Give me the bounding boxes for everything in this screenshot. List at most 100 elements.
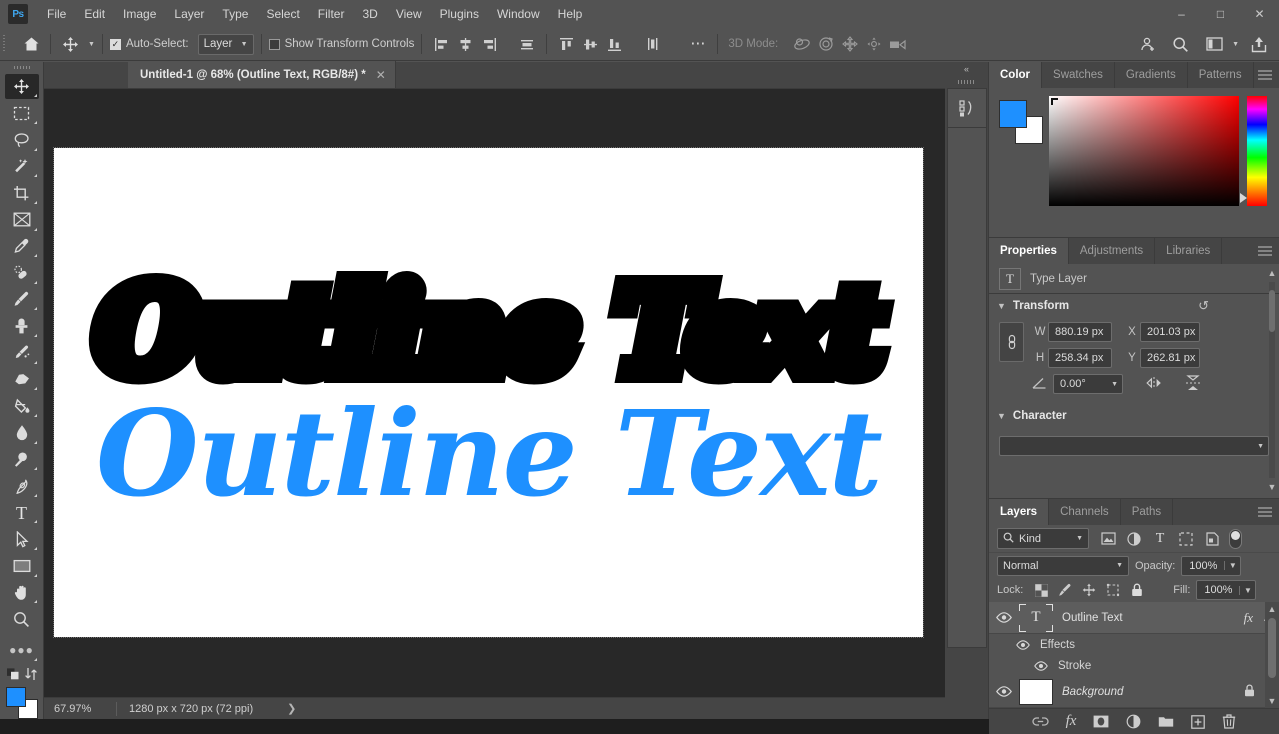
- foreground-color-swatch[interactable]: [5, 687, 26, 708]
- tab-adjustments[interactable]: Adjustments: [1069, 238, 1156, 264]
- tool-hand[interactable]: [5, 580, 39, 606]
- color-field[interactable]: [1049, 96, 1239, 206]
- show-transform-controls-checkbox[interactable]: Show Transform Controls: [268, 38, 414, 50]
- edit-toolbar-button[interactable]: ●●●: [5, 637, 39, 663]
- new-layer-button[interactable]: [1191, 714, 1206, 729]
- effects-visibility-toggle[interactable]: [1011, 639, 1035, 650]
- home-icon[interactable]: [19, 31, 43, 57]
- tab-paths[interactable]: Paths: [1121, 499, 1174, 525]
- auto-select-checkbox[interactable]: ✓ Auto-Select:: [109, 38, 189, 50]
- stroke-visibility-toggle[interactable]: [1029, 660, 1053, 671]
- tool-dodge[interactable]: [5, 447, 39, 473]
- menu-layer[interactable]: Layer: [165, 0, 213, 28]
- search-icon[interactable]: [1168, 31, 1192, 57]
- shape-filter-icon[interactable]: [1173, 528, 1199, 549]
- list-item[interactable]: Effects: [989, 634, 1279, 655]
- minimize-button[interactable]: –: [1162, 0, 1201, 28]
- tab-channels[interactable]: Channels: [1049, 499, 1121, 525]
- scroll-up-icon[interactable]: ▲: [1265, 602, 1279, 616]
- lock-position-icon[interactable]: [1077, 580, 1101, 600]
- properties-scrollbar[interactable]: ▲ ▼: [1267, 268, 1277, 492]
- tool-preset-chevron-icon[interactable]: ▼: [88, 41, 95, 48]
- link-layers-button[interactable]: [1031, 716, 1049, 727]
- table-row[interactable]: T Outline Text fx ▲: [989, 602, 1279, 634]
- layer-visibility-toggle[interactable]: [989, 612, 1019, 623]
- new-group-button[interactable]: [1158, 715, 1174, 728]
- panel-menu-icon[interactable]: [1258, 68, 1272, 83]
- stroke-label[interactable]: Stroke: [1058, 660, 1091, 672]
- foreground-color-swatch[interactable]: [999, 100, 1027, 128]
- align-top-edges-icon[interactable]: [554, 31, 578, 57]
- tab-color[interactable]: Color: [989, 62, 1043, 88]
- tab-swatches[interactable]: Swatches: [1042, 62, 1115, 88]
- pan-3d-icon[interactable]: [838, 31, 862, 57]
- layer-thumbnail[interactable]: [1019, 678, 1053, 705]
- tool-history-brush[interactable]: [5, 340, 39, 366]
- align-left-edges-icon[interactable]: [429, 31, 453, 57]
- pixel-filter-icon[interactable]: [1095, 528, 1121, 549]
- tool-zoom[interactable]: [5, 606, 39, 632]
- menu-3d[interactable]: 3D: [353, 0, 386, 28]
- chevron-down-icon[interactable]: ▼: [1232, 41, 1239, 48]
- lock-image-icon[interactable]: [1053, 580, 1077, 600]
- blend-mode-dropdown[interactable]: Normal ▼: [997, 555, 1129, 576]
- lock-artboard-icon[interactable]: [1101, 580, 1125, 600]
- tool-eyedropper[interactable]: [5, 234, 39, 260]
- menu-type[interactable]: Type: [213, 0, 257, 28]
- tool-move[interactable]: [4, 73, 39, 100]
- menu-file[interactable]: File: [38, 0, 75, 28]
- menu-help[interactable]: Help: [549, 0, 592, 28]
- menu-view[interactable]: View: [387, 0, 431, 28]
- reset-icon[interactable]: ↺: [1198, 298, 1209, 314]
- color-swatches[interactable]: [5, 687, 38, 719]
- chevron-right-icon[interactable]: ❯: [287, 702, 296, 715]
- distribute-vertical-icon[interactable]: [640, 31, 664, 57]
- tool-rectangle-shape[interactable]: [5, 553, 39, 579]
- tab-layers[interactable]: Layers: [989, 499, 1050, 525]
- share-document-icon[interactable]: [1136, 31, 1160, 57]
- close-button[interactable]: ✕: [1240, 0, 1279, 28]
- x-input[interactable]: 201.03 px: [1140, 322, 1200, 342]
- align-horizontal-centers-icon[interactable]: [453, 31, 477, 57]
- export-icon[interactable]: [1247, 31, 1271, 57]
- scroll-up-icon[interactable]: ▲: [1267, 268, 1277, 278]
- tool-gradient[interactable]: [5, 393, 39, 419]
- type-filter-icon[interactable]: T: [1147, 528, 1173, 549]
- tool-clone-stamp[interactable]: [5, 313, 39, 339]
- filter-kind-dropdown[interactable]: Kind ▼: [997, 528, 1089, 549]
- tool-path-selection[interactable]: [5, 526, 39, 552]
- scroll-down-icon[interactable]: ▼: [1265, 694, 1279, 708]
- panel-menu-icon[interactable]: [1258, 244, 1272, 259]
- slide-3d-icon[interactable]: [862, 31, 886, 57]
- flip-horizontal-icon[interactable]: [1145, 376, 1163, 393]
- menu-window[interactable]: Window: [488, 0, 549, 28]
- font-family-dropdown[interactable]: ▼: [999, 436, 1269, 456]
- camera-3d-icon[interactable]: [886, 31, 910, 57]
- document-tab[interactable]: Untitled-1 @ 68% (Outline Text, RGB/8#) …: [128, 61, 396, 88]
- more-options-icon[interactable]: ⋯: [686, 31, 710, 57]
- tool-spot-healing-brush[interactable]: [5, 260, 39, 286]
- panel-menu-icon[interactable]: [1258, 505, 1272, 520]
- lock-transparency-icon[interactable]: [1029, 580, 1053, 600]
- tab-patterns[interactable]: Patterns: [1188, 62, 1254, 88]
- layer-mask-button[interactable]: [1093, 715, 1109, 728]
- tool-eraser[interactable]: [5, 367, 39, 393]
- menu-select[interactable]: Select: [257, 0, 308, 28]
- angle-input[interactable]: 0.00° ▼: [1053, 374, 1123, 394]
- layer-name[interactable]: Outline Text: [1062, 612, 1123, 624]
- height-input[interactable]: 258.34 px: [1048, 348, 1112, 368]
- tool-object-selection[interactable]: [5, 154, 39, 180]
- tool-horizontal-type[interactable]: T: [5, 500, 39, 526]
- list-item[interactable]: Stroke: [989, 655, 1279, 676]
- align-bottom-edges-icon[interactable]: [602, 31, 626, 57]
- maximize-button[interactable]: □: [1201, 0, 1240, 28]
- hue-slider[interactable]: [1240, 96, 1267, 206]
- tool-crop[interactable]: [5, 180, 39, 206]
- move-tool-icon[interactable]: [58, 31, 82, 57]
- toolbar-grip[interactable]: [0, 62, 43, 74]
- workspace-switcher-icon[interactable]: [1202, 31, 1226, 57]
- double-chevron-left-icon[interactable]: «: [945, 62, 988, 76]
- close-icon[interactable]: ✕: [376, 68, 386, 82]
- scroll-down-icon[interactable]: ▼: [1267, 482, 1277, 492]
- link-aspect-ratio-icon[interactable]: [999, 322, 1024, 362]
